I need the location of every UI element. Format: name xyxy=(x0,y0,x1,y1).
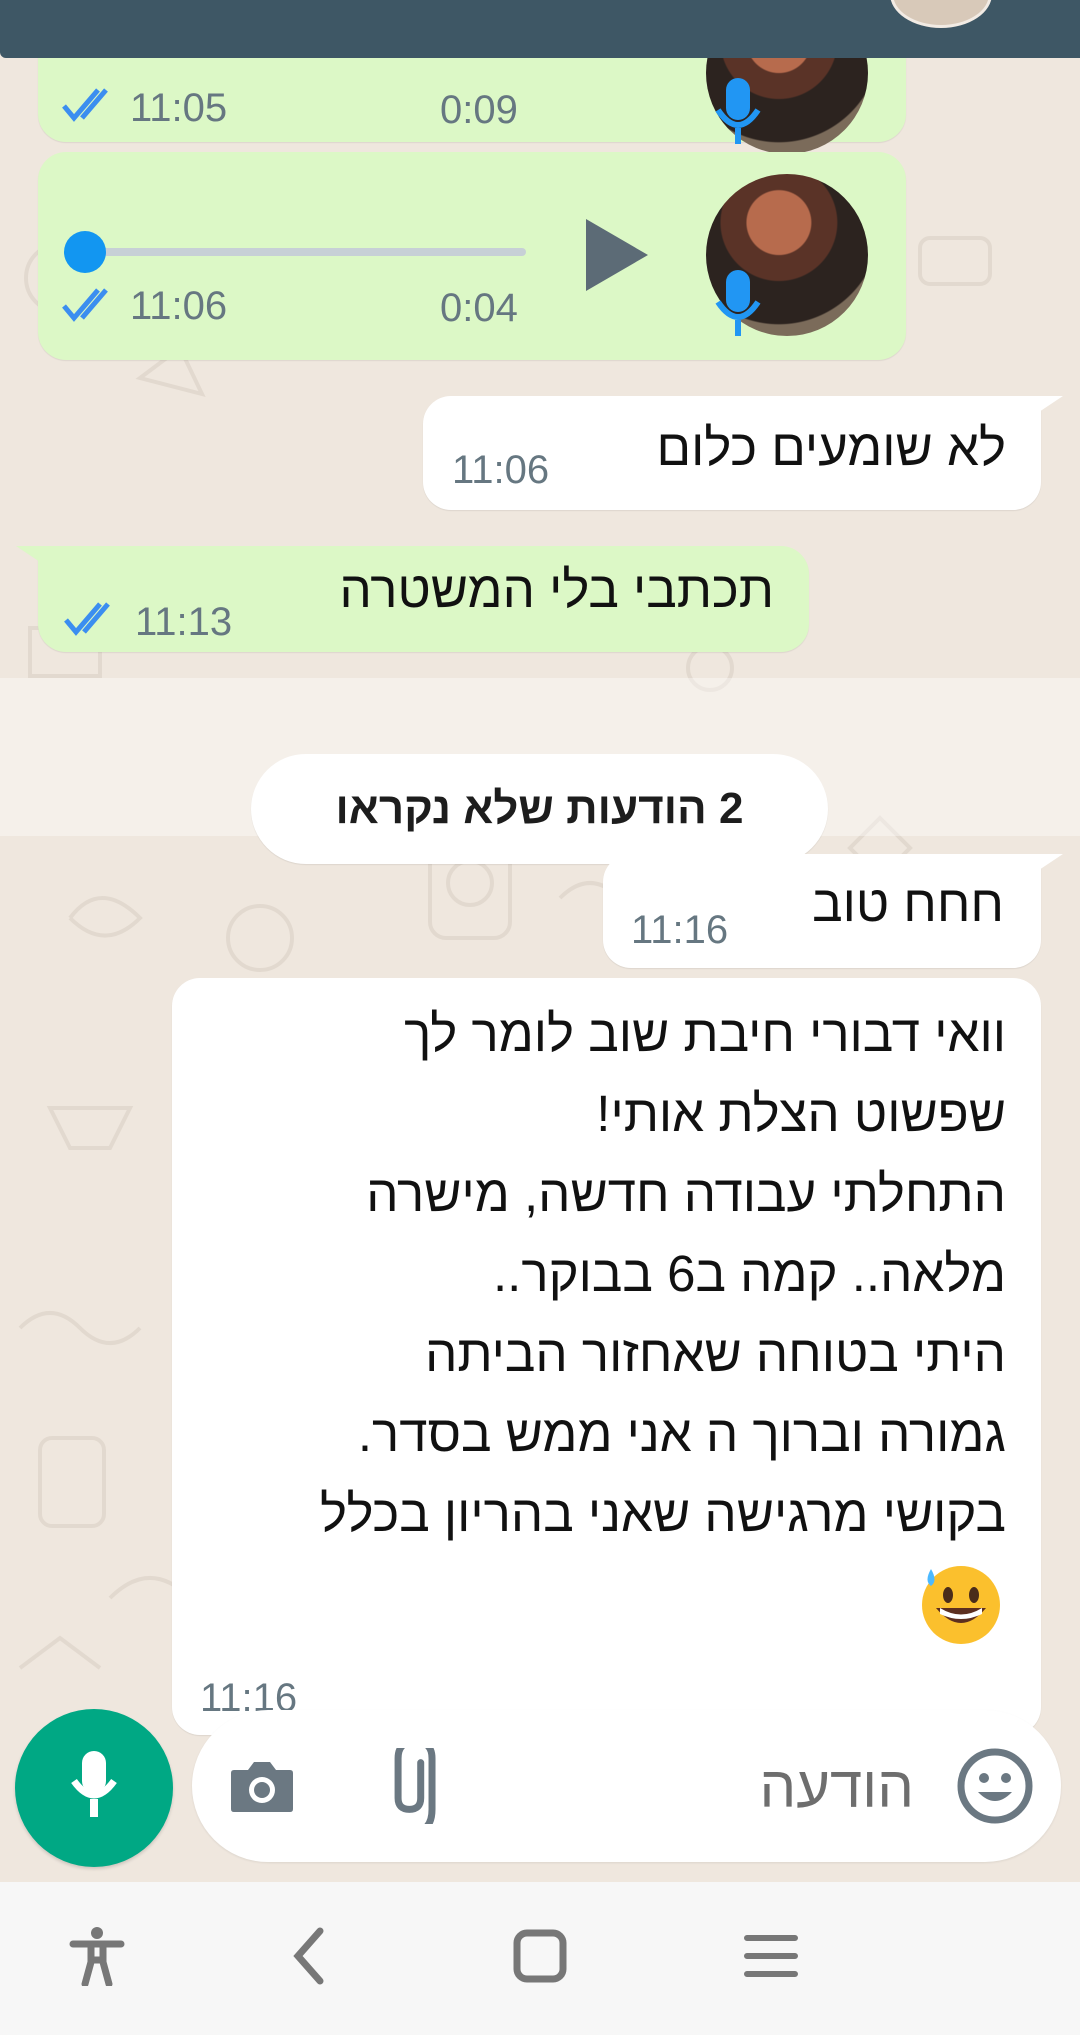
camera-icon[interactable] xyxy=(227,1756,297,1816)
message-line: היתי בטוחה שאחזור הביתה xyxy=(425,1325,1006,1382)
contact-avatar[interactable] xyxy=(890,0,992,28)
message-line: התחלתי עבודה חדשה, מישרה xyxy=(366,1165,1006,1222)
mic-icon xyxy=(71,1751,117,1817)
record-voice-button[interactable] xyxy=(15,1709,173,1867)
microphone-icon xyxy=(715,270,761,336)
emoji-icon[interactable] xyxy=(956,1747,1034,1825)
message-time: 11:16 xyxy=(631,908,729,952)
grinning-face-with-sweat-emoji xyxy=(922,1566,1000,1644)
message-text: חחח טוב xyxy=(812,875,1004,932)
outgoing-message[interactable]: 11:13 תכתבי בלי המשטרה xyxy=(16,546,809,652)
microphone-icon xyxy=(715,78,761,144)
attach-icon[interactable] xyxy=(382,1748,458,1824)
message-text: תכתבי בלי המשטרה xyxy=(339,561,774,618)
message-line: גמורה וברוך ה אני ממש בסדר. xyxy=(357,1405,1006,1462)
voice-progress-track[interactable] xyxy=(78,248,526,256)
message-time: 11:05 xyxy=(130,86,228,130)
voice-duration: 0:09 xyxy=(440,88,518,132)
chat-thread[interactable]: 11:05 0:09 11:06 0:04 לא שומעים כלום 11:… xyxy=(0,58,1080,1882)
play-button[interactable] xyxy=(586,219,648,291)
incoming-message[interactable]: וואי דבורי חיבת שוב לומר לך שפשוט הצלת א… xyxy=(172,978,1041,1735)
system-navigation-bar xyxy=(0,1882,1080,2035)
message-line: מלאה.. קמה ב6 בבוקר.. xyxy=(492,1245,1006,1302)
message-text: לא שומעים כלום xyxy=(656,419,1006,476)
recents-icon[interactable] xyxy=(743,1932,799,1980)
message-composer[interactable] xyxy=(192,1710,1061,1864)
message-input[interactable] xyxy=(412,1710,916,1864)
voice-message[interactable]: 11:05 0:09 xyxy=(38,58,906,154)
message-time: 11:06 xyxy=(452,448,550,492)
message-line: וואי דבורי חיבת שוב לומר לך xyxy=(404,1005,1006,1062)
voice-message[interactable]: 11:06 0:04 xyxy=(38,152,906,360)
message-time: 11:13 xyxy=(135,600,233,644)
bubble-tail xyxy=(1033,396,1063,416)
back-icon[interactable] xyxy=(290,1926,330,1986)
double-check-icon xyxy=(62,288,108,322)
incoming-message[interactable]: חחח טוב 11:16 xyxy=(603,854,1063,968)
accessibility-icon[interactable] xyxy=(69,1926,125,1986)
home-icon[interactable] xyxy=(513,1929,567,1983)
message-line: בקושי מרגישה שאני בהריון בכלל xyxy=(319,1485,1006,1542)
voice-duration: 0:04 xyxy=(440,286,518,330)
unread-messages-divider: 2 הודעות שלא נקראו xyxy=(251,754,828,864)
incoming-message[interactable]: לא שומעים כלום 11:06 xyxy=(423,396,1063,510)
double-check-icon xyxy=(62,88,108,122)
bubble-tail xyxy=(16,546,46,566)
double-check-icon xyxy=(64,602,110,636)
message-time: 11:06 xyxy=(130,284,228,328)
message-line: שפשוט הצלת אותי! xyxy=(596,1085,1006,1142)
bubble-tail xyxy=(1033,854,1063,874)
voice-progress-knob[interactable] xyxy=(64,231,106,273)
chat-header xyxy=(0,0,1080,58)
